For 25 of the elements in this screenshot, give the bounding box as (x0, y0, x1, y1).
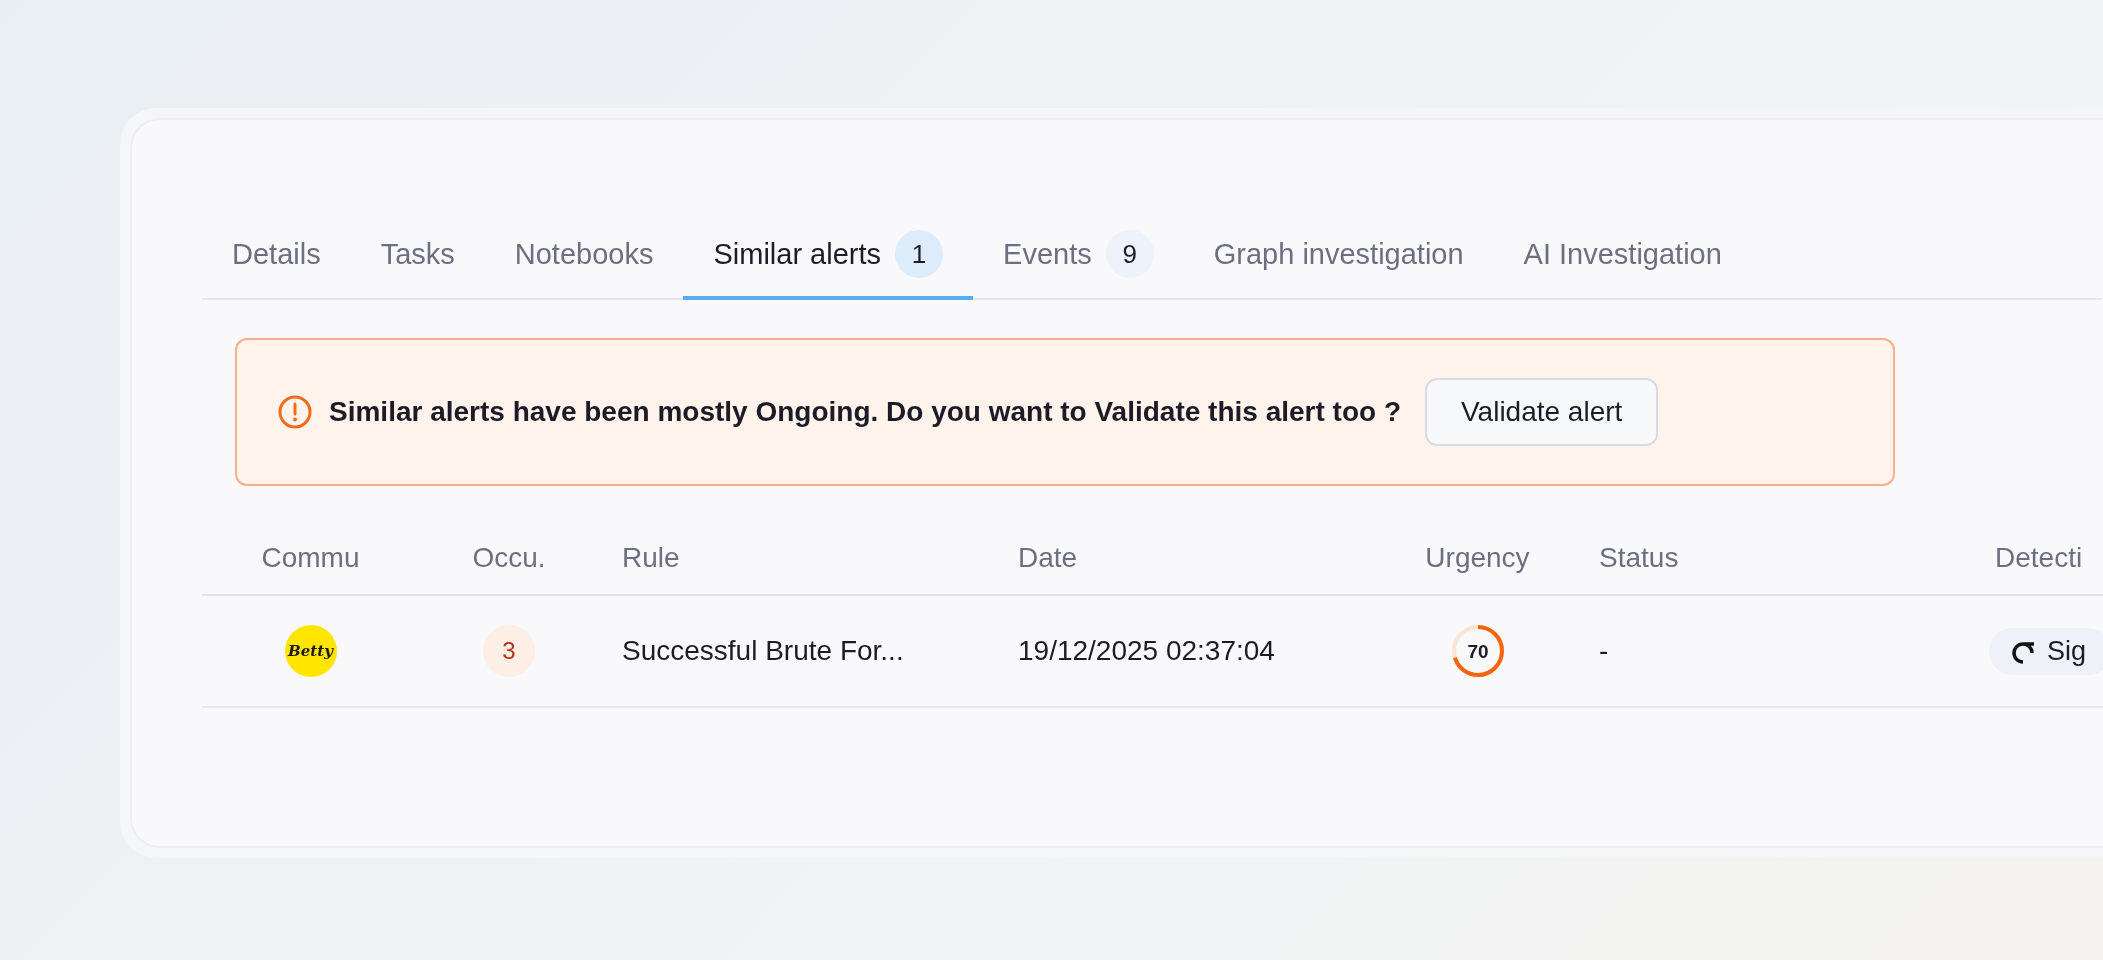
column-header: Date (1017, 541, 1079, 575)
tab[interactable]: Tasks (350, 216, 485, 300)
column-header: Commu (260, 541, 361, 575)
tab[interactable]: Notebooks (484, 216, 684, 300)
tab[interactable]: Similar alerts 1 (683, 216, 974, 300)
column-header: Urgency (1424, 541, 1531, 575)
column-header: Detecti (1994, 541, 2084, 575)
table-cell-text: Successful Brute For... (621, 635, 905, 667)
count-badge: 9 (1105, 230, 1154, 278)
occurrence-badge: 3 (483, 625, 535, 677)
banner-message: Similar alerts have been mostly Ongoing. Do you want to Validate this alert too ? (329, 396, 1401, 428)
table-cell-text: 19/12/2025 02:37:04 (1017, 635, 1276, 667)
tab[interactable]: Details (202, 216, 351, 300)
column-header: Status (1598, 541, 1680, 575)
tab[interactable]: Graph investigation (1183, 216, 1494, 300)
tab[interactable]: AI Investigation (1493, 216, 1752, 300)
table-cell-text: - (1598, 635, 1610, 667)
count-badge: 1 (895, 230, 944, 278)
column-header: Occu. (471, 541, 547, 575)
detection-chip: Sig (1989, 627, 2103, 675)
column-header: Rule (621, 541, 681, 575)
validate-button[interactable]: Validate alert (1425, 378, 1659, 446)
warning-icon (277, 394, 313, 430)
tab[interactable]: Events 9 (973, 216, 1184, 300)
community-logo: Betty (284, 625, 337, 677)
